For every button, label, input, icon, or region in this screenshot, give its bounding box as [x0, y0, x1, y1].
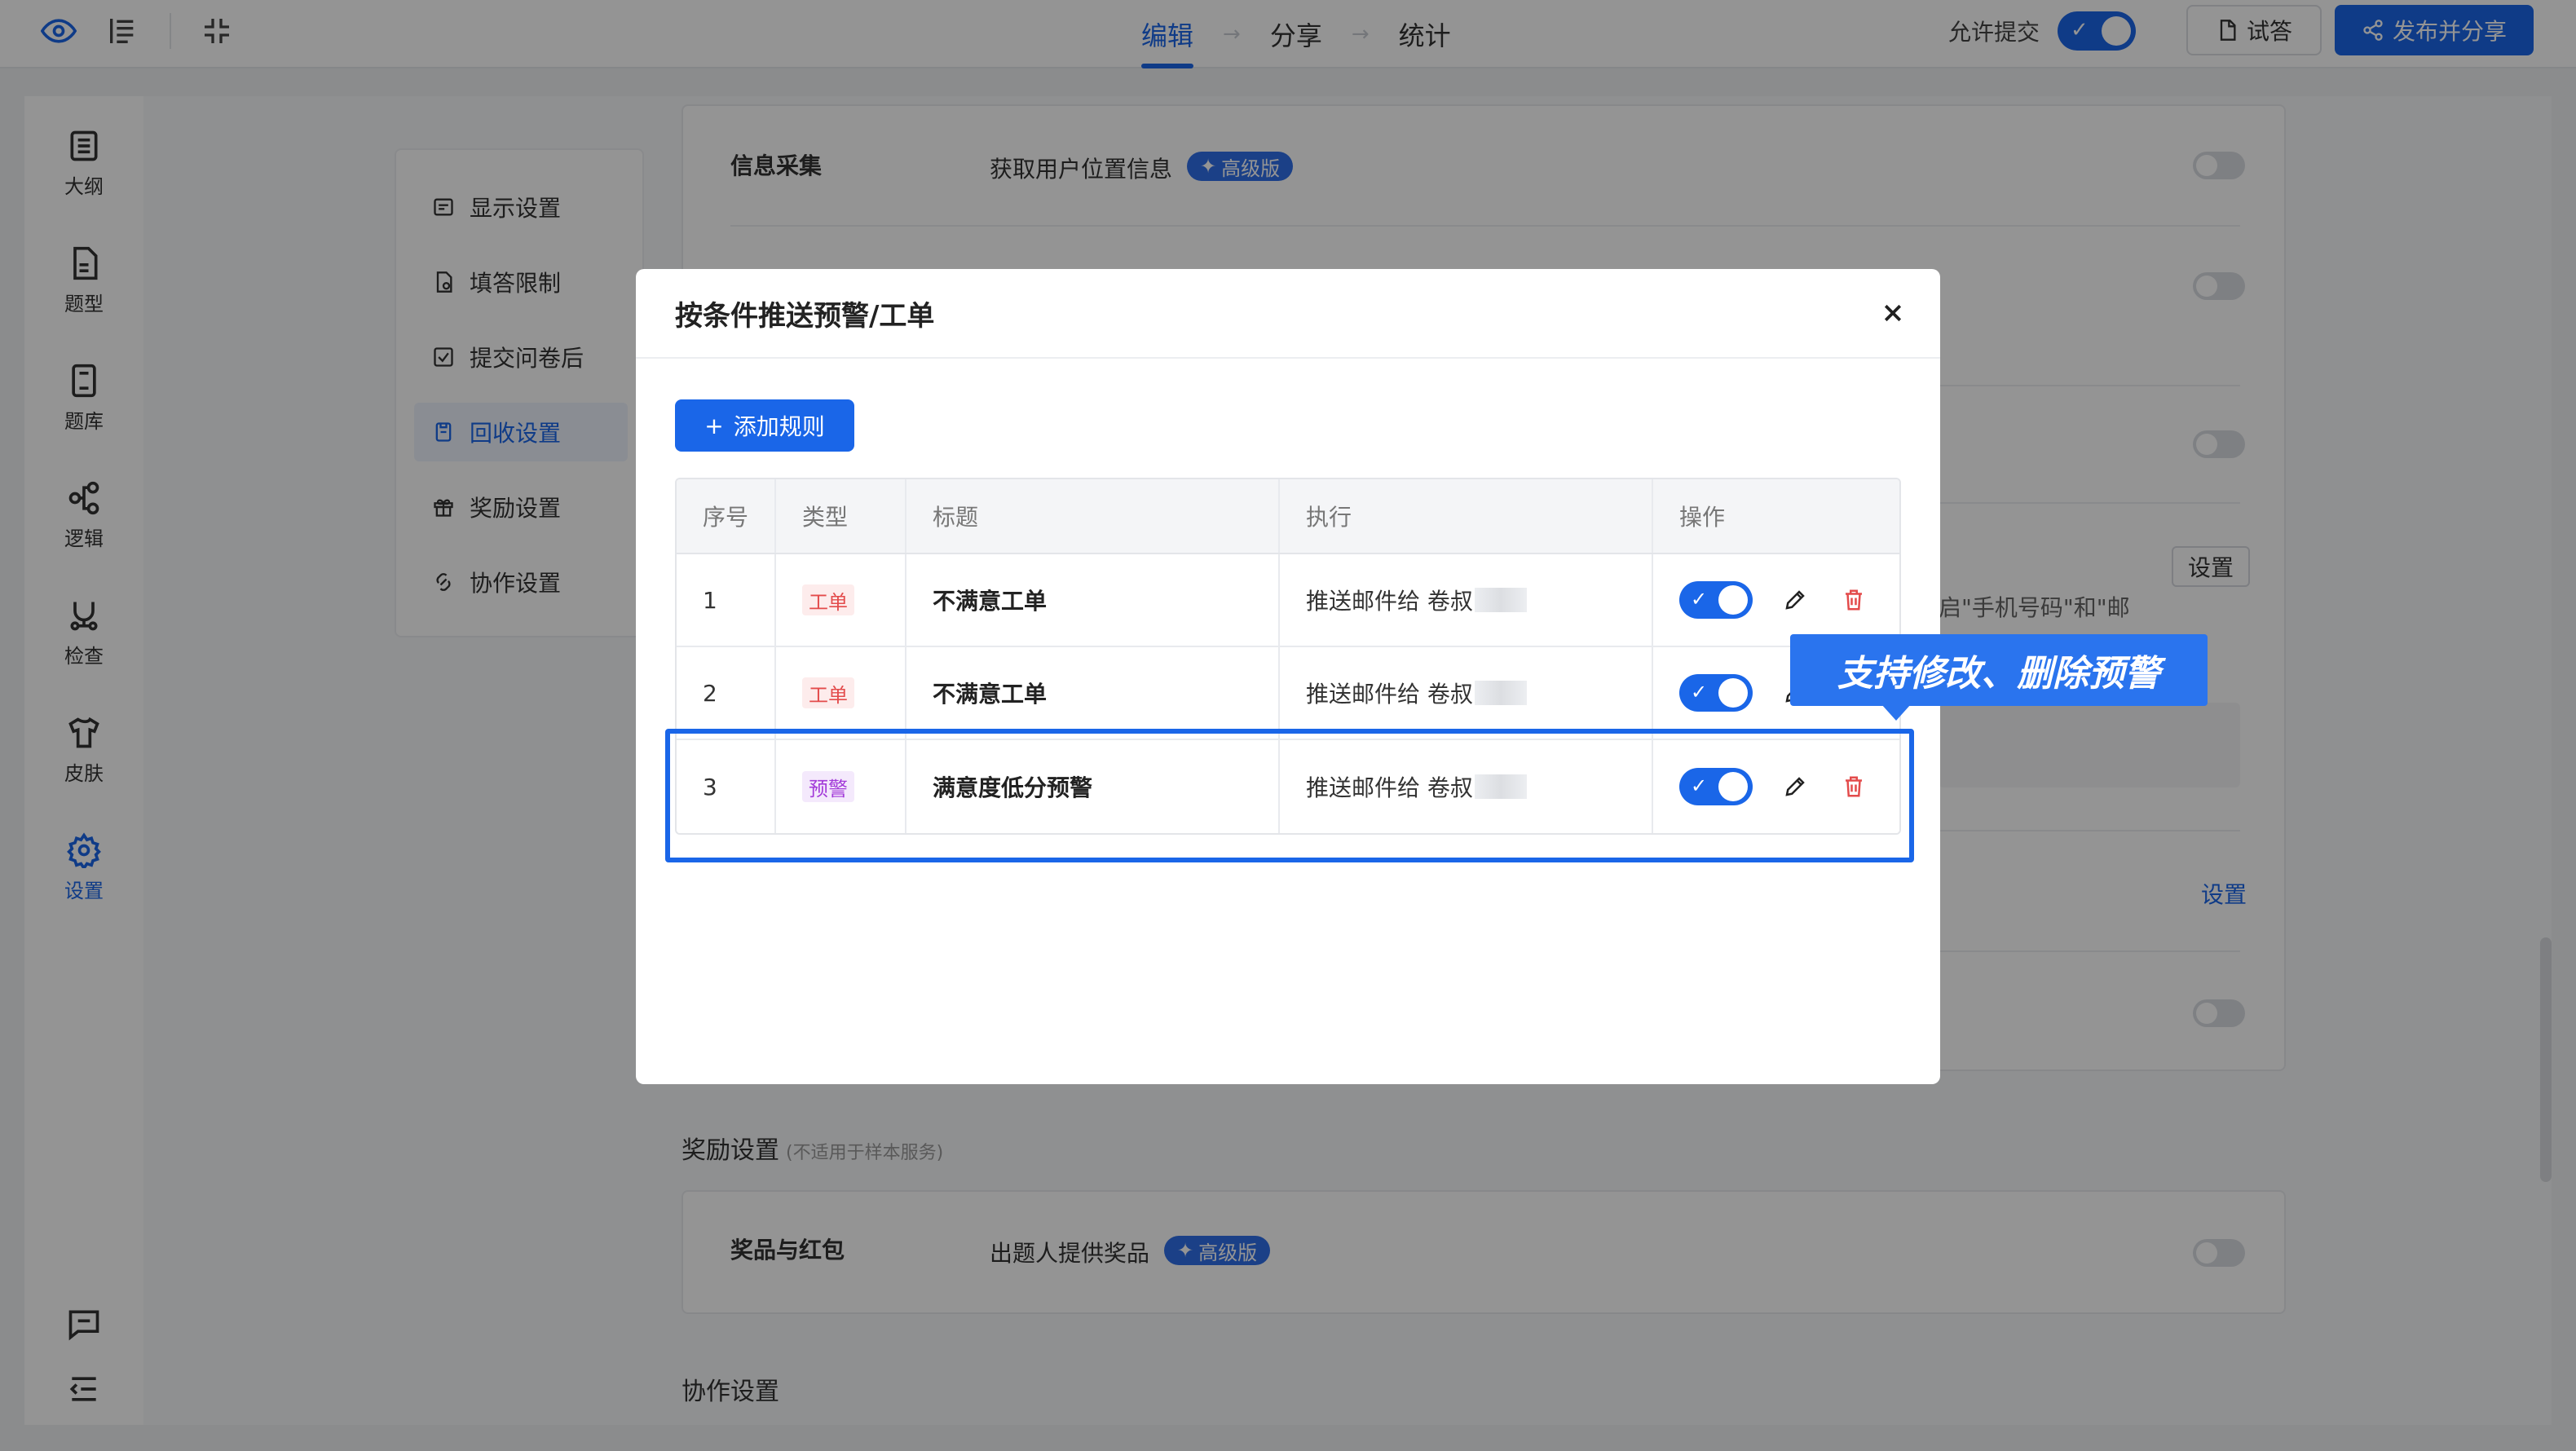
- check-icon: ✓: [1691, 588, 1708, 611]
- row-title: 不满意工单: [906, 554, 1280, 646]
- check-icon: ✓: [1691, 681, 1708, 703]
- highlight-frame: [665, 729, 1914, 862]
- table-header: 序号 类型 标题 执行 操作: [677, 479, 1899, 554]
- row-index: 1: [677, 554, 776, 646]
- column-header-operation: 操作: [1679, 504, 1726, 531]
- add-rule-button[interactable]: + 添加规则: [675, 399, 854, 452]
- row-title: 不满意工单: [906, 647, 1280, 739]
- row-index: 2: [677, 647, 776, 739]
- annotation-callout: 支持修改、删除预警: [1790, 634, 2208, 721]
- type-tag-order: 工单: [802, 677, 854, 708]
- row-action-text: 推送邮件给 卷叔: [1306, 588, 1473, 615]
- row-action-text: 推送邮件给 卷叔: [1306, 681, 1473, 708]
- push-alert-modal: 按条件推送预警/工单 + 添加规则 序号 类型 标题 执行 操作 1 工单 不满…: [636, 269, 1940, 1084]
- row-action: 推送邮件给 卷叔: [1280, 647, 1653, 739]
- column-header-type: 类型: [776, 479, 906, 553]
- toggle-knob: [1718, 678, 1748, 708]
- delete-trash-icon[interactable]: [1837, 584, 1870, 616]
- row-operations: ✓: [1653, 554, 1899, 646]
- toggle-knob: [1718, 585, 1748, 615]
- add-rule-label: 添加规则: [733, 413, 825, 440]
- row-action: 推送邮件给 卷叔: [1280, 554, 1653, 646]
- rule-enable-toggle[interactable]: ✓: [1679, 674, 1753, 712]
- close-icon[interactable]: [1872, 292, 1914, 334]
- edit-pencil-icon[interactable]: [1779, 584, 1811, 616]
- plus-icon: +: [704, 412, 724, 439]
- modal-title: 按条件推送预警/工单: [675, 300, 935, 333]
- redacted-name: [1474, 681, 1527, 705]
- column-header-index: 序号: [677, 479, 776, 553]
- modal-header: 按条件推送预警/工单: [636, 269, 1940, 359]
- rule-enable-toggle[interactable]: ✓: [1679, 581, 1753, 619]
- type-tag-order: 工单: [802, 584, 854, 615]
- redacted-name: [1474, 588, 1527, 612]
- column-header-action: 执行: [1280, 479, 1653, 553]
- table-row: 1 工单 不满意工单 推送邮件给 卷叔 ✓: [677, 554, 1899, 647]
- column-header-title: 标题: [906, 479, 1280, 553]
- row-type: 工单: [776, 647, 906, 739]
- row-type: 工单: [776, 554, 906, 646]
- table-row: 2 工单 不满意工单 推送邮件给 卷叔 ✓: [677, 647, 1899, 740]
